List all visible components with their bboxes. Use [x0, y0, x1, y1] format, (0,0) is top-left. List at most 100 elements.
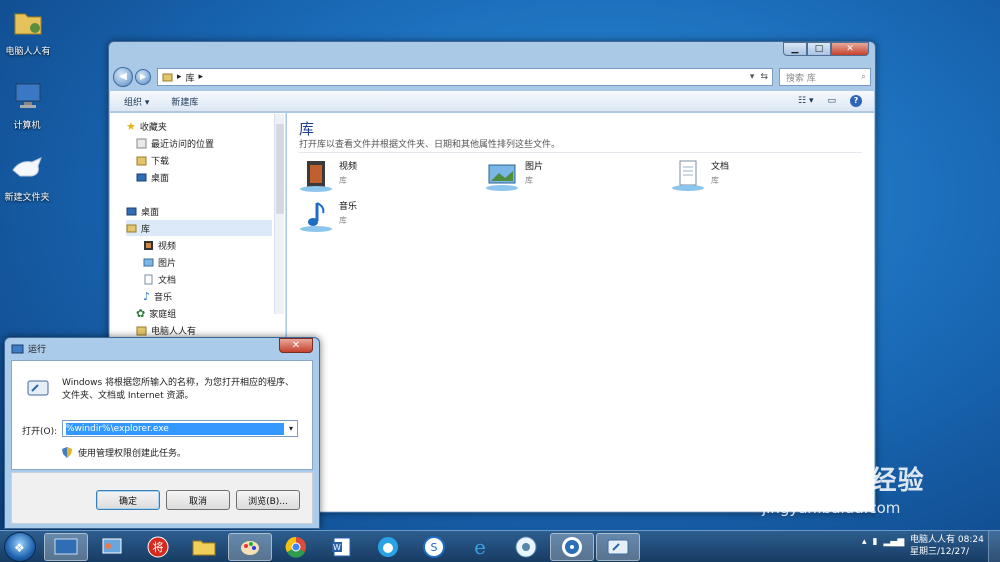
nav-scrollbar[interactable]	[274, 114, 284, 314]
taskbar-item-desktop[interactable]	[44, 533, 88, 561]
windows-logo-icon: ❖	[14, 541, 25, 555]
taskbar-item-word[interactable]: W	[320, 533, 364, 561]
scroll-thumb[interactable]	[276, 124, 284, 214]
show-desktop-button[interactable]	[988, 531, 1000, 562]
close-button[interactable]: ✕	[831, 42, 869, 56]
nav-libraries[interactable]: 库	[126, 220, 272, 236]
taskbar-item-ie[interactable]: e	[458, 533, 502, 561]
minimize-button[interactable]: ▁	[783, 42, 807, 56]
desktop-icon	[136, 173, 147, 181]
taskbar-item-folder[interactable]	[182, 533, 226, 561]
folder-icon	[12, 157, 42, 177]
organize-button[interactable]: 组织 ▾	[124, 95, 149, 108]
cancel-button[interactable]: 取消	[166, 490, 230, 510]
admin-note: 使用管理权限创建此任务。	[62, 446, 186, 459]
sogou-icon: S	[423, 536, 445, 558]
command-input[interactable]	[66, 422, 284, 435]
library-item-videos[interactable]: 视频 库	[299, 159, 357, 193]
start-button[interactable]: ❖	[4, 532, 36, 562]
search-placeholder: 搜索 库	[786, 73, 816, 84]
chevron-down-icon[interactable]: ▾	[750, 72, 755, 82]
tray-arrow-icon[interactable]: ▴	[862, 537, 867, 547]
taskbar-item-chrome[interactable]	[274, 533, 318, 561]
back-button[interactable]: ◀	[113, 67, 133, 87]
nav-videos[interactable]: 视频	[143, 237, 176, 253]
library-item-documents[interactable]: 文档 库	[671, 159, 729, 193]
paint-icon	[241, 541, 259, 555]
browse-button[interactable]: 浏览(B)...	[236, 490, 300, 510]
maximize-button[interactable]: □	[807, 42, 831, 56]
library-name: 图片	[525, 162, 544, 172]
taskbar-item-chess[interactable]: 将	[136, 533, 180, 561]
taskbar-item-browser[interactable]	[366, 533, 410, 561]
nav-pictures[interactable]: 图片	[143, 254, 176, 270]
help-icon[interactable]: ?	[850, 95, 862, 107]
library-item-pictures[interactable]: 图片 库	[485, 159, 543, 193]
address-row: ◀ ▶ ▸ 库 ▸ ▾ ⇆ 搜索 库 ⌕	[113, 66, 871, 88]
command-combobox[interactable]: ▾	[62, 420, 298, 437]
network-icon[interactable]: ▮	[873, 537, 878, 547]
search-input[interactable]: 搜索 库 ⌕	[779, 68, 871, 86]
close-button[interactable]: ✕	[279, 338, 313, 353]
document-icon	[144, 274, 153, 284]
nav-downloads[interactable]: 下载	[136, 152, 169, 168]
control-panel-icon	[102, 538, 122, 554]
nav-desktop-fav[interactable]: 桌面	[136, 169, 169, 185]
nav-music[interactable]: ♪ 音乐	[143, 288, 172, 304]
taskbar-item-paint[interactable]	[228, 533, 272, 561]
nav-homegroup[interactable]: ✿ 家庭组	[136, 305, 176, 321]
run-program-icon	[27, 380, 49, 396]
nav-recent-label: 最近访问的位置	[151, 139, 215, 150]
recent-places-icon	[136, 138, 147, 148]
taskbar-item-control-panel[interactable]	[90, 533, 134, 561]
video-library-icon	[300, 161, 332, 192]
picture-icon	[143, 258, 154, 266]
nav-music-label: 音乐	[154, 292, 173, 303]
new-library-button[interactable]: 新建库	[171, 95, 198, 108]
desktop-icon-new-folder[interactable]: 新建文件夹	[0, 152, 59, 203]
desktop-icon-computer[interactable]: 计算机	[0, 80, 59, 131]
chevron-down-icon[interactable]: ▾	[285, 424, 297, 433]
taskbar-item-media[interactable]	[550, 533, 594, 561]
music-library-icon	[300, 202, 332, 232]
ok-button[interactable]: 确定	[96, 490, 160, 510]
nav-user[interactable]: 电脑人人有	[136, 322, 196, 338]
clock[interactable]: 电脑人人有 08:24 星期三/12/27/	[910, 534, 984, 558]
nav-desktop[interactable]: 桌面	[126, 203, 159, 219]
desktop-icon-label: 计算机	[13, 121, 41, 131]
desktop-icon	[126, 207, 137, 215]
signal-icon[interactable]: ▂▄▆	[883, 537, 904, 547]
nav-user-label: 电脑人人有	[151, 326, 197, 337]
open-label: 打开(O):	[22, 427, 58, 437]
internet-explorer-icon: e	[474, 536, 486, 558]
nav-recent[interactable]: 最近访问的位置	[136, 135, 214, 151]
computer-icon	[15, 83, 41, 108]
desktop-icon-user[interactable]: 电脑人人有	[0, 6, 60, 57]
run-icon	[11, 344, 24, 353]
command-bar-right: ☷ ▾ ▭ ?	[798, 95, 874, 107]
library-name: 视频	[339, 162, 358, 172]
address-path: 库	[185, 73, 195, 84]
view-options-icon[interactable]: ☷ ▾	[798, 96, 813, 106]
nav-favorites[interactable]: ★ 收藏夹	[126, 118, 167, 134]
dialog-footer: 确定 取消 浏览(B)...	[11, 472, 313, 524]
forward-button[interactable]: ▶	[135, 69, 151, 85]
browser-icon	[378, 537, 398, 557]
page-title: 库	[299, 120, 315, 138]
library-meta: 文档 库	[711, 159, 729, 193]
preview-pane-icon[interactable]: ▭	[827, 96, 836, 106]
address-bar[interactable]: ▸ 库 ▸ ▾ ⇆	[157, 68, 773, 86]
taskbar-item-run[interactable]	[596, 533, 640, 561]
library-type: 库	[339, 176, 347, 185]
system-tray: ▴ ▮ ▂▄▆	[862, 537, 904, 547]
nav-favorites-label: 收藏夹	[139, 122, 167, 133]
homegroup-icon: ✿	[136, 306, 146, 320]
window-caption-buttons: ▁ □ ✕	[783, 42, 869, 56]
library-icon	[162, 73, 173, 81]
taskbar-item-app[interactable]	[504, 533, 548, 561]
refresh-icon[interactable]: ⇆	[760, 72, 768, 82]
run-dialog: 运行 ✕ Windows 将根据您所输入的名称，为您打开相应的程序、文件夹、文档…	[4, 337, 320, 529]
taskbar-item-sogou[interactable]: S	[412, 533, 456, 561]
nav-documents[interactable]: 文档	[143, 271, 176, 287]
library-item-music[interactable]: 音乐 库	[299, 199, 357, 233]
